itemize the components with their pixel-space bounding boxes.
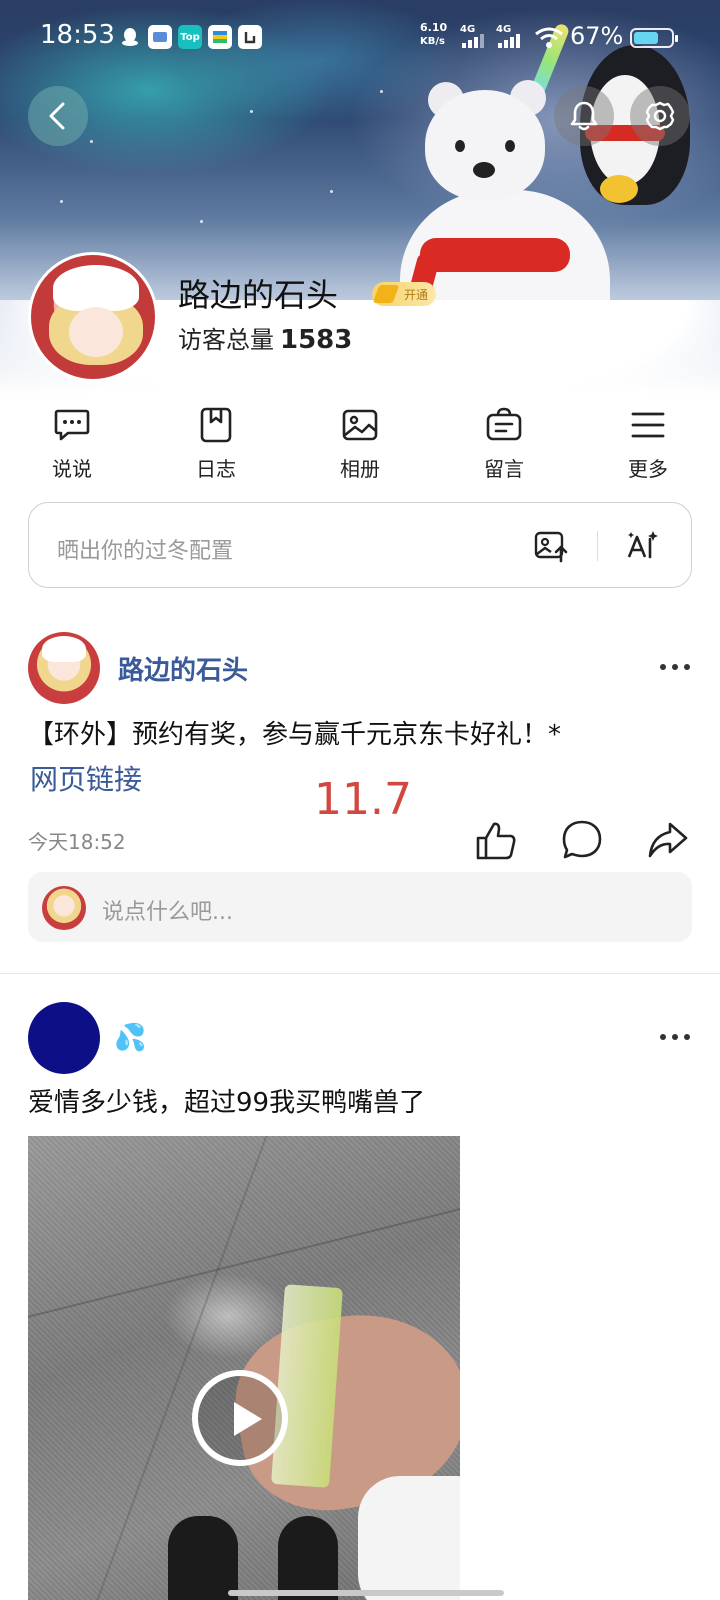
profile-avatar[interactable] [28,252,158,382]
tab-shuoshuo[interactable]: 说说 [0,405,144,485]
qq-icon [118,25,142,49]
overlay-number: 11.7 [314,774,412,825]
signal-icon [498,34,520,48]
gear-icon [645,101,675,131]
commenter-avatar [42,886,86,930]
post-more-icon[interactable] [660,662,690,672]
visitor-count-label: 访客总量 [178,326,274,354]
ai-generate-icon[interactable] [623,527,661,565]
vip-open-badge[interactable]: 开通 [372,282,436,306]
home-indicator[interactable] [228,1590,504,1596]
tab-diary[interactable]: 日志 [144,405,288,485]
image-upload-icon[interactable] [533,527,571,565]
author-avatar[interactable] [28,1002,100,1074]
tab-label: 说说 [52,457,92,481]
star [200,220,203,223]
card-app-icon [208,25,232,49]
star [90,140,93,143]
menu-icon [631,412,665,438]
composer-divider [597,531,598,561]
chat-bubble-icon [54,409,90,441]
bell-icon [570,101,598,131]
post-text: 爱情多少钱，超过99我买鸭嘴兽了 [28,1088,426,1118]
shortcut-app-icon [238,25,262,49]
post-more-icon[interactable] [660,1032,690,1042]
composer-placeholder: 晒出你的过冬配置 [57,539,234,564]
star [330,190,333,193]
bookmark-icon [200,407,232,443]
back-button[interactable] [28,86,88,146]
message-bag-icon [486,407,522,441]
comment-icon[interactable] [560,818,604,862]
profile-tabs: 说说 日志 相册 留言 更多 [0,405,720,485]
tab-album[interactable]: 相册 [288,405,432,485]
diamond-icon [372,285,400,303]
top-app-icon: Top [178,25,202,49]
post-composer[interactable]: 晒出你的过冬配置 [28,502,692,588]
author-avatar[interactable] [28,632,100,704]
net-speed-unit: KB/s [420,36,445,47]
chevron-left-icon [49,102,65,130]
battery-percent: 67% [570,22,624,50]
notification-app-icon [148,25,172,49]
video-thumbnail[interactable] [28,1136,460,1600]
star [380,90,383,93]
net-speed: 6.10 [420,21,448,34]
visitor-count-value: 1583 [280,325,353,355]
share-icon[interactable] [646,818,690,862]
status-bar: 18:53 Top 6.10 KB/s 4G 4G 67% [0,0,720,76]
status-time: 18:53 [40,20,115,50]
tab-message-board[interactable]: 留言 [432,405,576,485]
signal-icon [462,34,484,48]
comment-input[interactable]: 说点什么吧... [28,872,692,942]
photo-icon [342,409,378,441]
post-time: 今天18:52 [28,830,126,854]
tab-label: 相册 [340,457,380,481]
profile-name: 路边的石头 [178,276,339,314]
author-name[interactable]: 路边的石头 [118,650,248,687]
author-name[interactable]: 💦 [114,1023,146,1053]
tab-label: 留言 [484,457,524,481]
like-icon[interactable] [474,818,518,862]
post-author-row[interactable]: 路边的石头 [28,632,248,704]
wifi-icon [535,27,563,48]
star [60,200,63,203]
battery-icon [630,28,678,48]
tab-label: 更多 [628,457,668,481]
tab-label: 日志 [196,457,236,481]
star [250,110,253,113]
post-text: 【环外】预约有奖，参与赢千元京东卡好礼！* [28,720,562,750]
notification-button[interactable] [554,86,614,146]
vip-open-label: 开通 [403,287,428,302]
play-icon[interactable] [192,1370,288,1466]
comment-placeholder: 说点什么吧... [102,900,233,925]
post-author-row[interactable]: 💦 [28,1002,146,1074]
web-link[interactable]: 网页链接 [30,758,142,798]
tab-more[interactable]: 更多 [576,405,720,485]
post-separator [0,973,720,974]
settings-button[interactable] [630,86,690,146]
visitor-count: 访客总量 1583 [178,320,352,355]
